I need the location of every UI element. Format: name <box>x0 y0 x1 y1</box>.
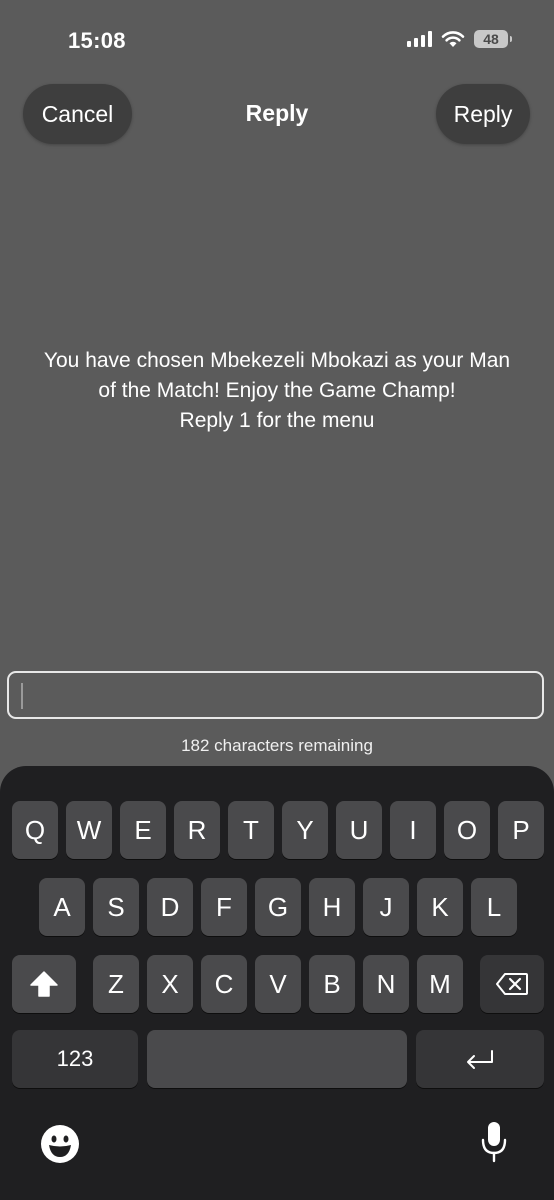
microphone-icon[interactable] <box>480 1120 508 1164</box>
key-l[interactable]: L <box>471 878 517 936</box>
key-d[interactable]: D <box>147 878 193 936</box>
key-p[interactable]: P <box>498 801 544 859</box>
key-s[interactable]: S <box>93 878 139 936</box>
key-g[interactable]: G <box>255 878 301 936</box>
key-f[interactable]: F <box>201 878 247 936</box>
message-line: Reply 1 for the menu <box>179 409 375 432</box>
key-z[interactable]: Z <box>93 955 139 1013</box>
key-a[interactable]: A <box>39 878 85 936</box>
wifi-icon <box>441 31 465 47</box>
key-r[interactable]: R <box>174 801 220 859</box>
message-line: You have chosen Mbekezeli Mbokazi as you… <box>43 349 511 372</box>
key-u[interactable]: U <box>336 801 382 859</box>
key-y[interactable]: Y <box>282 801 328 859</box>
characters-remaining: 182 characters remaining <box>181 736 373 755</box>
battery-icon: 48 <box>474 30 512 48</box>
key-m[interactable]: M <box>417 955 463 1013</box>
delete-key[interactable] <box>480 955 544 1013</box>
keyboard: Q W E R T Y U I O P A S D F G H J K L Z … <box>0 766 554 1200</box>
reply-input[interactable] <box>7 671 544 719</box>
key-e[interactable]: E <box>120 801 166 859</box>
message-line: of the Match! Enjoy the Game Champ! <box>98 379 456 402</box>
key-c[interactable]: C <box>201 955 247 1013</box>
status-time: 15:08 <box>68 28 126 53</box>
space-key[interactable] <box>147 1030 407 1088</box>
key-b[interactable]: B <box>309 955 355 1013</box>
reply-button[interactable]: Reply <box>436 84 530 144</box>
numbers-key[interactable]: 123 <box>12 1030 138 1088</box>
key-o[interactable]: O <box>444 801 490 859</box>
key-i[interactable]: I <box>390 801 436 859</box>
shift-icon <box>30 971 58 997</box>
key-h[interactable]: H <box>309 878 355 936</box>
delete-icon <box>496 973 528 995</box>
emoji-icon[interactable] <box>40 1124 80 1164</box>
key-k[interactable]: K <box>417 878 463 936</box>
text-cursor <box>21 683 23 709</box>
key-t[interactable]: T <box>228 801 274 859</box>
key-w[interactable]: W <box>66 801 112 859</box>
message-text: You have chosen Mbekezeli Mbokazi as you… <box>0 346 554 436</box>
return-icon <box>467 1050 493 1069</box>
key-j[interactable]: J <box>363 878 409 936</box>
key-q[interactable]: Q <box>12 801 58 859</box>
return-key[interactable] <box>416 1030 544 1088</box>
key-v[interactable]: V <box>255 955 301 1013</box>
key-n[interactable]: N <box>363 955 409 1013</box>
shift-key[interactable] <box>12 955 76 1013</box>
status-icons: 48 <box>407 30 512 48</box>
cellular-signal-icon <box>407 31 432 47</box>
key-x[interactable]: X <box>147 955 193 1013</box>
